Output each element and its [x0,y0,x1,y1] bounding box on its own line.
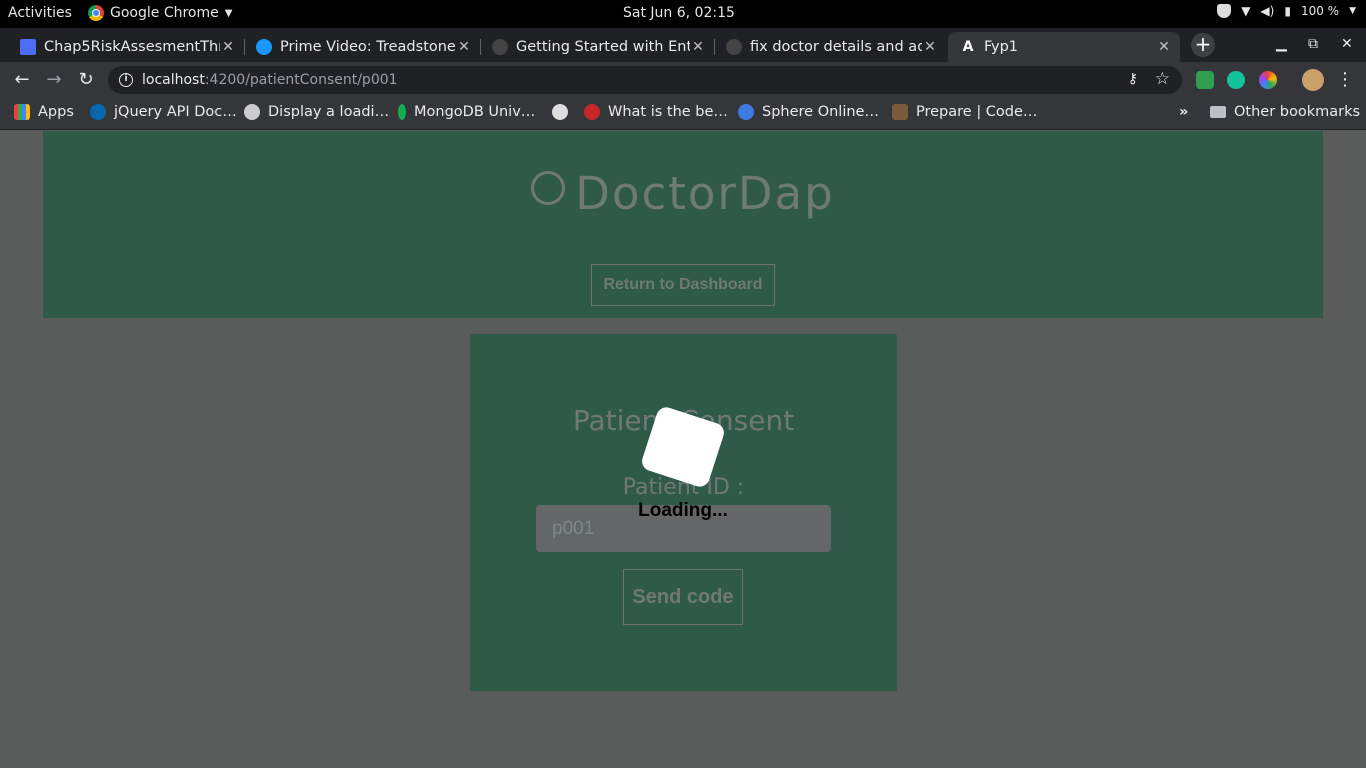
bookmark-jquery[interactable]: jQuery API Doc… [90,104,237,120]
brand: DoctorDap [43,167,1323,220]
return-to-dashboard-button[interactable]: Return to Dashboard [591,264,775,306]
tab-chap5[interactable]: Chap5RiskAssesmentThr ✕ [8,32,245,62]
activities-button[interactable]: Activities [8,5,72,21]
clock[interactable]: Sat Jun 6, 02:15 [623,5,735,21]
tab-title: fix doctor details and add [750,39,922,55]
folder-icon [1210,106,1226,118]
info-icon[interactable]: i [119,73,133,87]
system-tray[interactable]: ▼ ◀) ▮ 100 % ▼ [1217,4,1356,18]
prime-video-icon [256,39,272,55]
url-text[interactable]: localhost:4200/patientConsent/p001 [142,72,398,88]
angular-icon: A [962,39,974,55]
sphere-icon [738,104,754,120]
site-icon [492,39,508,55]
bookmark-globe[interactable] [552,104,576,120]
close-window-button[interactable]: ✕ [1341,36,1353,52]
tab-title: Prime Video: Treadstone [280,39,456,55]
brand-name: DoctorDap [575,167,835,220]
browser-toolbar: ← → ↻ i localhost:4200/patientConsent/p0… [0,62,1366,98]
loading-text: Loading... [638,500,728,521]
bookmark-prepare-code[interactable]: Prepare | Code… [892,104,1037,120]
chevron-down-icon: ▼ [1349,6,1356,16]
star-icon[interactable]: ☆ [1155,69,1170,89]
bookmark-sphere-online[interactable]: Sphere Online… [738,104,879,120]
reload-button[interactable]: ↻ [75,69,97,91]
peace-logo-icon [531,171,566,205]
avatar[interactable] [1302,69,1324,91]
tab-fyp1[interactable]: A Fyp1 ✕ [948,32,1180,62]
close-icon[interactable]: ✕ [1156,39,1172,55]
tab-title: Getting Started with Ente [516,39,690,55]
close-icon[interactable]: ✕ [220,39,236,55]
quora-icon [584,104,600,120]
back-button[interactable]: ← [11,69,33,91]
close-icon[interactable]: ✕ [456,39,472,55]
tab-github[interactable]: fix doctor details and add ✕ [714,32,946,62]
new-tab-button[interactable]: + [1191,33,1215,57]
forward-button[interactable]: → [43,69,65,91]
other-bookmarks[interactable]: Other bookmarks [1210,104,1360,120]
extension-shield-icon[interactable] [1196,71,1214,89]
tab-title: Fyp1 [984,39,1019,55]
close-icon[interactable]: ✕ [690,39,706,55]
site-icon [244,104,260,120]
bookmark-what-is-the-best[interactable]: What is the be… [584,104,728,120]
jquery-icon [90,104,106,120]
bookmarks-overflow-button[interactable]: » [1179,104,1188,120]
battery-icon: ▮ [1284,4,1291,18]
bookmark-display-loading[interactable]: Display a loadi… [244,104,389,120]
app-header: DoctorDap Return to Dashboard [43,131,1323,318]
color-picker-icon[interactable] [1259,71,1277,89]
github-icon [726,39,742,55]
app-name: Google Chrome [110,5,219,21]
shield-icon [1217,4,1232,18]
chevron-down-icon: ▼ [224,7,233,19]
mongodb-leaf-icon [398,104,406,120]
app-menu[interactable]: Google Chrome ▼ [88,5,232,21]
wifi-icon: ▼ [1241,4,1251,18]
tab-title: Chap5RiskAssesmentThr [44,39,220,55]
bookmarks-bar: Apps jQuery API Doc… Display a loadi… Mo… [0,98,1366,130]
key-icon[interactable]: ⚷ [1128,71,1138,87]
minimize-button[interactable]: ▁ [1276,36,1287,52]
bookmark-apps[interactable]: Apps [14,104,74,120]
system-top-bar: Activities Google Chrome ▼ Sat Jun 6, 02… [0,0,1366,28]
restore-button[interactable]: ⧉ [1308,36,1318,52]
volume-icon: ◀) [1260,4,1275,18]
close-icon[interactable]: ✕ [922,39,938,55]
battery-percent: 100 % [1300,4,1340,18]
globe-icon [552,104,568,120]
tab-prime-video[interactable]: Prime Video: Treadstone ✕ [244,32,481,62]
docs-icon [20,39,36,55]
grammarly-icon[interactable] [1227,71,1245,89]
send-code-button[interactable]: Send code [623,569,743,625]
address-bar[interactable]: i localhost:4200/patientConsent/p001 ⚷ ☆ [108,66,1182,94]
tab-getting-started[interactable]: Getting Started with Ente ✕ [480,32,715,62]
chrome-icon [88,5,104,21]
codechef-icon [892,104,908,120]
tab-strip: Chap5RiskAssesmentThr ✕ Prime Video: Tre… [0,28,1366,62]
apps-grid-icon [14,104,30,120]
bookmark-mongodb[interactable]: MongoDB Univ… [398,104,535,120]
menu-icon[interactable]: ⋮ [1334,69,1356,91]
